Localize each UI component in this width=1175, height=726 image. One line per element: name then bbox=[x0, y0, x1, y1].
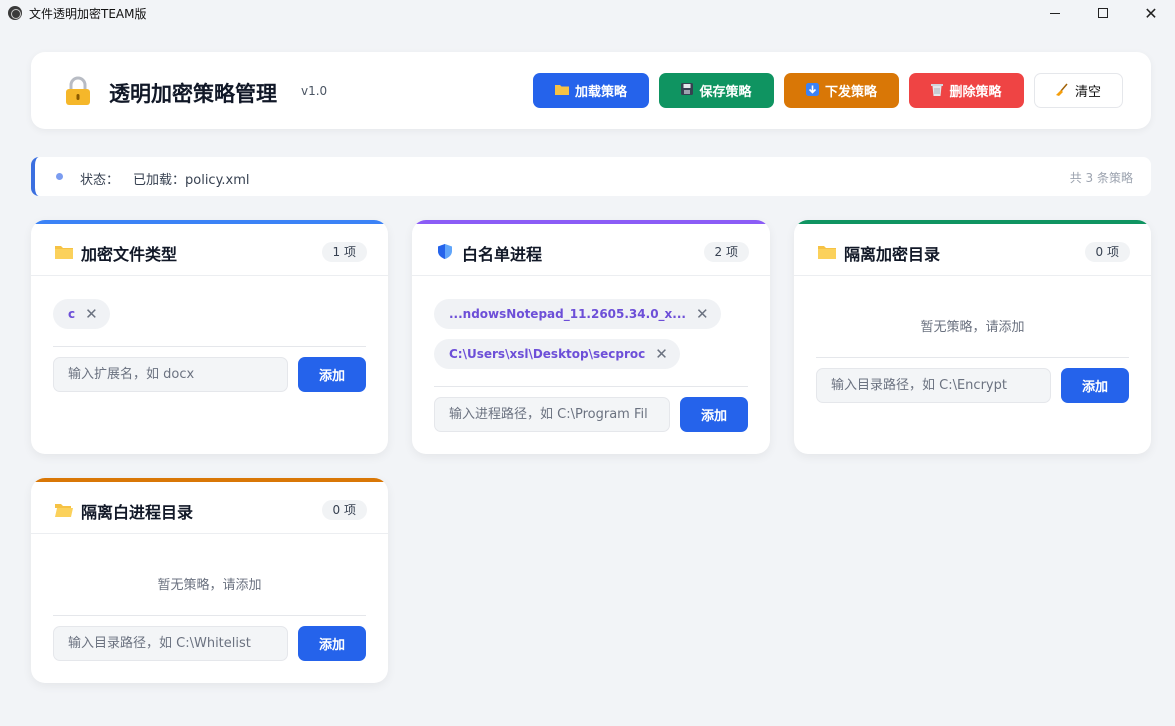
lock-icon bbox=[66, 76, 90, 105]
card-header: 加密文件类型 1 项 bbox=[31, 224, 388, 276]
card-whitelist-processes: 白名单进程 2 项 ...ndowsNotepad_11.2605.34.0_x… bbox=[412, 220, 770, 454]
card-header: 白名单进程 2 项 bbox=[412, 224, 770, 276]
extension-input[interactable] bbox=[53, 357, 288, 392]
add-encrypt-dir-button[interactable]: 添加 bbox=[1061, 368, 1129, 403]
status-label: 状态： bbox=[80, 173, 120, 188]
divider bbox=[816, 357, 1129, 358]
push-policy-button[interactable]: 下发策略 bbox=[784, 73, 899, 108]
card-title: 加密文件类型 bbox=[81, 245, 178, 264]
card-count-badge: 2 项 bbox=[703, 242, 749, 262]
card-title: 白名单进程 bbox=[462, 245, 543, 264]
policy-count: 共 3 条策略 bbox=[1069, 171, 1133, 185]
card-encrypt-file-types: 加密文件类型 1 项 c ✕ 添加 bbox=[31, 220, 388, 454]
delete-policy-button[interactable]: 删除策略 bbox=[909, 73, 1024, 108]
header-card: 透明加密策略管理 v1.0 加载策略 保存策略 下发策略 删除策略 清空 bbox=[31, 52, 1151, 129]
remove-tag-icon[interactable]: ✕ bbox=[696, 305, 709, 323]
card-header: 隔离白进程目录 0 项 bbox=[31, 482, 388, 534]
version-label: v1.0 bbox=[301, 84, 328, 98]
card-header: 隔离加密目录 0 项 bbox=[794, 224, 1151, 276]
policy-tag: c ✕ bbox=[53, 299, 110, 329]
push-policy-label: 下发策略 bbox=[824, 85, 877, 100]
whitelist-dir-input[interactable] bbox=[53, 626, 288, 661]
add-process-button[interactable]: 添加 bbox=[680, 397, 748, 432]
load-policy-label: 加载策略 bbox=[574, 85, 627, 100]
card-count-badge: 0 项 bbox=[1084, 242, 1130, 262]
maximize-button[interactable] bbox=[1079, 0, 1127, 26]
card-isolated-encrypt-dir: 隔离加密目录 0 项 暂无策略，请添加 添加 bbox=[794, 220, 1151, 454]
minimize-icon bbox=[1050, 12, 1060, 14]
remove-tag-icon[interactable]: ✕ bbox=[655, 345, 668, 363]
delete-policy-label: 删除策略 bbox=[949, 85, 1002, 100]
card-isolated-whitelist-dir: 隔离白进程目录 0 项 暂无策略，请添加 添加 bbox=[31, 478, 388, 683]
policy-tag: C:\Users\xsl\Desktop\secproc ✕ bbox=[434, 339, 680, 369]
divider bbox=[434, 386, 748, 387]
tag-label: ...ndowsNotepad_11.2605.34.0_x... bbox=[449, 307, 686, 321]
floppy-icon bbox=[681, 83, 694, 98]
divider bbox=[53, 346, 366, 347]
status-bar: 状态： 已加载：policy.xml 共 3 条策略 bbox=[31, 157, 1151, 196]
add-whitelist-dir-button[interactable]: 添加 bbox=[298, 626, 366, 661]
remove-tag-icon[interactable]: ✕ bbox=[85, 305, 98, 323]
wastebasket-icon bbox=[931, 83, 944, 99]
empty-state-text: 暂无策略，请添加 bbox=[920, 320, 1025, 335]
tag-label: C:\Users\xsl\Desktop\secproc bbox=[449, 347, 646, 361]
window-controls: ✕ bbox=[1031, 0, 1175, 26]
card-count-badge: 0 项 bbox=[321, 500, 367, 520]
save-policy-label: 保存策略 bbox=[699, 85, 752, 100]
broom-icon bbox=[1055, 83, 1069, 99]
card-count-badge: 1 项 bbox=[321, 242, 367, 262]
save-policy-button[interactable]: 保存策略 bbox=[659, 73, 774, 108]
load-policy-button[interactable]: 加载策略 bbox=[533, 73, 649, 108]
shield-icon bbox=[438, 244, 452, 259]
policy-tag: ...ndowsNotepad_11.2605.34.0_x... ✕ bbox=[434, 299, 721, 329]
encrypt-dir-input[interactable] bbox=[816, 368, 1051, 403]
clear-button[interactable]: 清空 bbox=[1034, 73, 1123, 108]
divider bbox=[53, 615, 366, 616]
folder-icon bbox=[554, 83, 569, 98]
window-titlebar: 文件透明加密TEAM版 ✕ bbox=[0, 0, 1175, 26]
app-icon bbox=[8, 6, 22, 20]
status-dot-icon bbox=[56, 173, 63, 180]
process-path-input[interactable] bbox=[434, 397, 670, 432]
window-title: 文件透明加密TEAM版 bbox=[29, 6, 147, 21]
app-name: 透明加密策略管理 bbox=[109, 82, 277, 106]
tag-label: c bbox=[68, 307, 76, 321]
download-icon bbox=[805, 82, 819, 99]
add-extension-button[interactable]: 添加 bbox=[298, 357, 366, 392]
clear-label: 清空 bbox=[1074, 85, 1101, 100]
card-title: 隔离加密目录 bbox=[844, 245, 941, 264]
card-title: 隔离白进程目录 bbox=[81, 503, 194, 522]
folder-icon bbox=[818, 246, 836, 259]
close-button[interactable]: ✕ bbox=[1127, 0, 1175, 26]
minimize-button[interactable] bbox=[1031, 0, 1079, 26]
status-value: 已加载：policy.xml bbox=[133, 173, 250, 188]
empty-state-text: 暂无策略，请添加 bbox=[157, 578, 262, 593]
folder-icon bbox=[55, 246, 73, 259]
maximize-icon bbox=[1098, 8, 1108, 18]
open-folder-icon bbox=[55, 504, 73, 517]
